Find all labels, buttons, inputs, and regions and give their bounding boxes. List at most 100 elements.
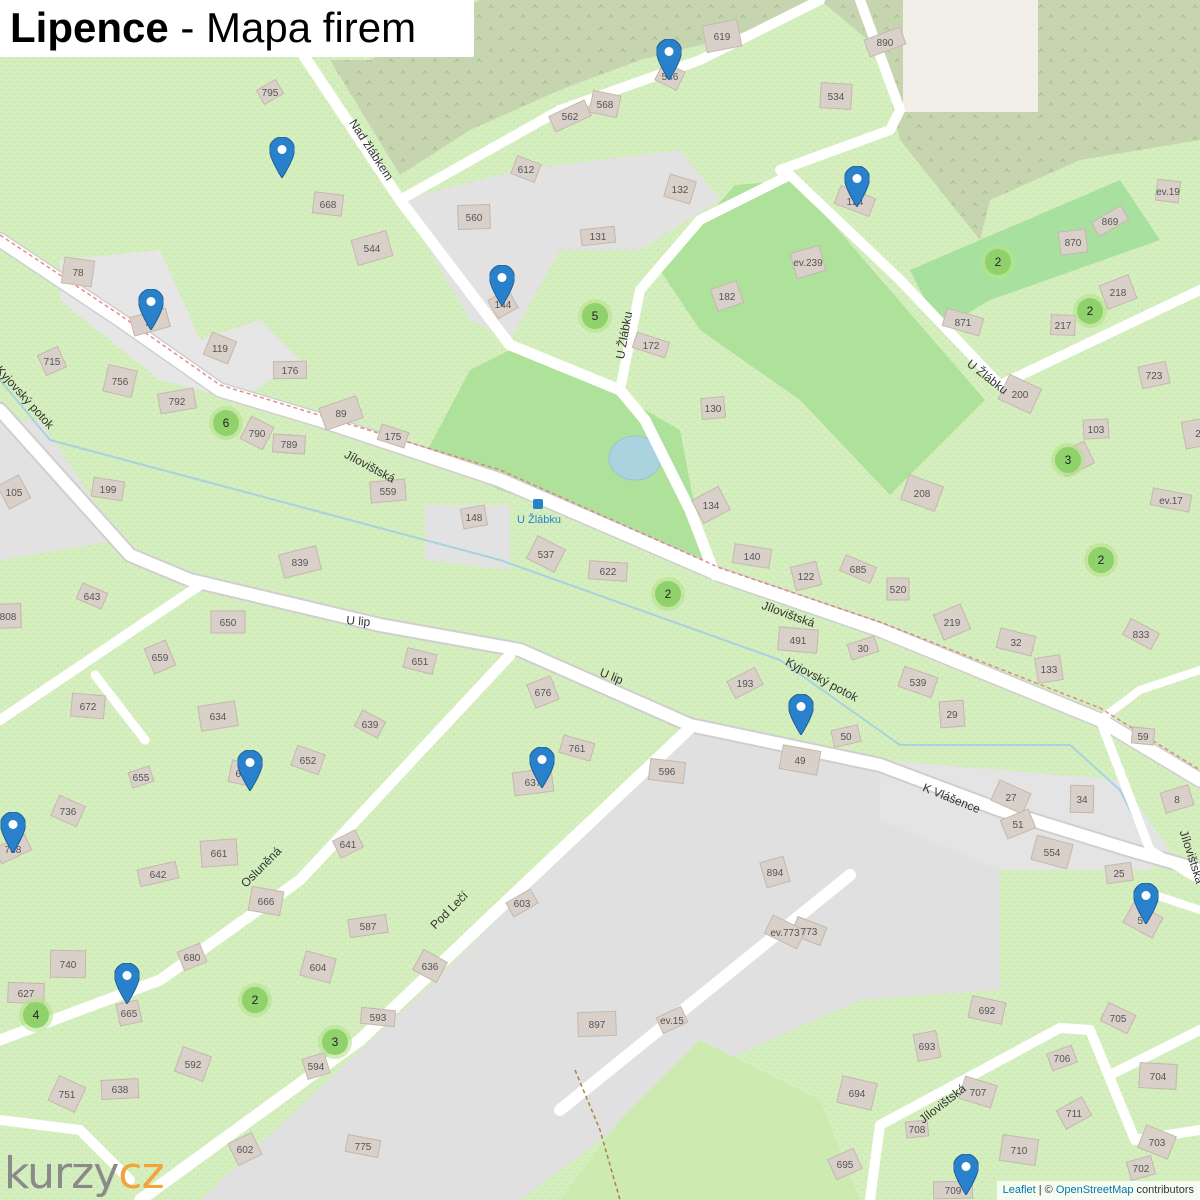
- building-number: 30: [857, 644, 869, 655]
- building-number: 761: [569, 744, 586, 755]
- title-box: Lipence - Mapa firem: [0, 0, 474, 57]
- building-number: 636: [422, 962, 439, 973]
- building-number: 634: [210, 712, 227, 723]
- building-number: 176: [282, 366, 299, 377]
- cluster-count: 4: [33, 1008, 40, 1022]
- building-number: 554: [1044, 848, 1061, 859]
- building-number: 692: [979, 1006, 996, 1017]
- building-number: 709: [945, 1186, 962, 1197]
- building-number: 199: [100, 485, 117, 496]
- building-number: 587: [360, 922, 377, 933]
- building-number: 594: [308, 1062, 325, 1073]
- building-number: 119: [212, 344, 228, 355]
- building-number: 672: [80, 702, 97, 713]
- building-number: 775: [355, 1142, 372, 1153]
- marker-cluster[interactable]: 2: [1084, 543, 1118, 577]
- building-number: 897: [589, 1020, 606, 1031]
- building-number: 795: [262, 88, 279, 99]
- leaflet-link[interactable]: Leaflet: [1003, 1184, 1036, 1196]
- building-number: 172: [643, 341, 660, 352]
- building-number: 568: [597, 100, 614, 111]
- map-canvas[interactable]: 795 668 544 612 560 562 568 619 5 4 6 534 890 132 131 1…: [0, 0, 1200, 1200]
- cluster-count: 2: [1087, 304, 1094, 318]
- marker-cluster[interactable]: 4: [19, 998, 53, 1032]
- building-number: 703: [1149, 1138, 1166, 1149]
- building-number: 639: [362, 720, 379, 731]
- building-number: 706: [1054, 1054, 1071, 1065]
- building-number: 2: [1195, 429, 1200, 440]
- building-number: 693: [919, 1042, 936, 1053]
- page-title: Lipence - Mapa firem: [10, 3, 416, 53]
- marker-cluster[interactable]: 6: [209, 406, 243, 440]
- building-number: 140: [744, 552, 761, 563]
- building-number: 182: [719, 292, 736, 303]
- building-number: 544: [364, 244, 381, 255]
- building-number: 789: [281, 440, 298, 451]
- building-number: 208: [914, 489, 931, 500]
- marker-cluster[interactable]: 2: [238, 983, 272, 1017]
- building-number: 596: [659, 767, 676, 778]
- building-number: 520: [890, 585, 907, 596]
- building-number: 710: [1011, 1146, 1028, 1157]
- bus-stop-label: U Žlábku: [517, 513, 561, 526]
- marker-cluster[interactable]: 5: [578, 299, 612, 333]
- building-number: 694: [849, 1089, 866, 1100]
- bus-stop-icon: [533, 499, 543, 509]
- marker-cluster[interactable]: 2: [981, 245, 1015, 279]
- attribution-sep: | ©: [1035, 1184, 1056, 1196]
- osm-link[interactable]: OpenStreetMap: [1056, 1184, 1134, 1196]
- building-number: 652: [300, 756, 317, 767]
- building-number: 131: [590, 232, 607, 243]
- building-number: 869: [1102, 217, 1119, 228]
- building-number: 808: [0, 612, 17, 623]
- building-number: 695: [837, 1160, 854, 1171]
- building-number: 641: [340, 840, 357, 851]
- building-number: 839: [292, 558, 309, 569]
- building-number: 685: [850, 565, 867, 576]
- building-number: 32: [1010, 638, 1022, 649]
- building-number: 751: [59, 1090, 76, 1101]
- building-number: 668: [320, 200, 337, 211]
- building-number: 680: [184, 953, 201, 964]
- building-number: 756: [112, 377, 129, 388]
- building-number: 134: [703, 501, 720, 512]
- building-number: 740: [60, 960, 77, 971]
- building-number: 491: [790, 636, 807, 647]
- building-number: 200: [1012, 390, 1029, 401]
- building-number: 715: [44, 357, 61, 368]
- logo-part2: cz: [118, 1148, 164, 1199]
- cluster-count: 5: [592, 309, 599, 323]
- building-number: 132: [672, 185, 689, 196]
- marker-cluster[interactable]: 3: [1051, 443, 1085, 477]
- building-number: 539: [910, 678, 927, 689]
- building-number: ev.19: [1156, 187, 1180, 198]
- building-number: 130: [705, 404, 722, 415]
- map-attribution: Leaflet | © OpenStreetMap contributors: [996, 1181, 1200, 1200]
- building-number: ev.239: [793, 258, 823, 269]
- building-number: 50: [840, 732, 852, 743]
- building-number: 894: [767, 868, 784, 879]
- building-number: 676: [535, 688, 552, 699]
- building-number: 711: [1066, 1109, 1082, 1120]
- building-number: 49: [794, 756, 806, 767]
- building-number: 773: [801, 927, 818, 938]
- building-number: 604: [310, 963, 327, 974]
- building-number: 122: [798, 572, 815, 583]
- building-number: 627: [18, 989, 35, 1000]
- building-number: 833: [1133, 630, 1150, 641]
- marker-cluster[interactable]: 2: [1073, 294, 1107, 328]
- building-number: 708: [909, 1125, 926, 1136]
- building-number: 133: [1041, 665, 1058, 676]
- building-number: 218: [1110, 288, 1127, 299]
- building-number: 650: [220, 618, 237, 629]
- marker-cluster[interactable]: 3: [318, 1025, 352, 1059]
- building-number: 704: [1150, 1072, 1167, 1083]
- building-number: 51: [1012, 820, 1024, 831]
- kurzy-logo[interactable]: kurzycz: [4, 1148, 165, 1199]
- building-number: 871: [955, 318, 972, 329]
- marker-cluster[interactable]: 2: [651, 577, 685, 611]
- building-number: 560: [466, 213, 483, 224]
- building-number: 619: [714, 32, 731, 43]
- building-number: 593: [370, 1013, 387, 1024]
- building-number: 705: [1110, 1014, 1127, 1025]
